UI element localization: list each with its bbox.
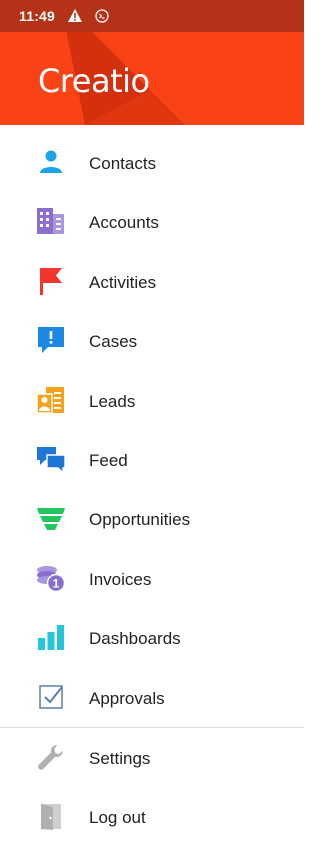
menu-item-label: Opportunities: [89, 510, 191, 530]
menu-item-label: Approvals: [89, 688, 165, 708]
menu-item-logout[interactable]: Log out: [0, 788, 304, 847]
menu-item-settings[interactable]: Settings: [0, 729, 304, 788]
door-icon: [37, 802, 65, 831]
menu-item-label: Invoices: [89, 569, 152, 589]
status-bar: 11:49: [0, 0, 304, 32]
menu-item-label: Dashboards: [89, 629, 181, 649]
warning-icon: [68, 9, 82, 27]
menu-divider: [0, 727, 304, 728]
menu-item-label: Activities: [89, 272, 157, 292]
menu-item-label: Leads: [89, 391, 136, 411]
menu-item-label: Log out: [89, 808, 146, 828]
bar-chart-icon: [37, 623, 65, 651]
menu-item-label: Settings: [89, 749, 151, 768]
menu-item-opportunities[interactable]: Opportunities: [0, 490, 304, 549]
funnel-icon: [37, 504, 65, 532]
wrench-icon: [37, 743, 65, 771]
menu-item-cases[interactable]: Cases: [0, 312, 304, 371]
menu-item-feed[interactable]: Feed: [0, 431, 304, 490]
menu-item-leads[interactable]: Leads: [0, 372, 304, 431]
exclamation-bubble-icon: [37, 326, 65, 354]
chat-bubbles-icon: [37, 445, 66, 475]
navigation-menu: Contacts Accounts Activities Cases Leads…: [0, 134, 304, 728]
menu-item-activities[interactable]: Activities: [0, 253, 304, 312]
coins-icon: 1: [37, 564, 66, 592]
menu-item-label: Feed: [89, 450, 128, 470]
creatio-logo: Creatio: [38, 62, 150, 100]
menu-item-dashboards[interactable]: Dashboards: [0, 609, 304, 668]
app-header: Creatio: [0, 32, 304, 125]
lead-card-icon: [36, 386, 65, 414]
terminal-icon: [95, 9, 109, 28]
menu-item-approvals[interactable]: Approvals: [0, 669, 304, 728]
menu-item-invoices[interactable]: 1 Invoices: [0, 550, 304, 609]
flag-icon: [37, 267, 65, 295]
menu-item-accounts[interactable]: Accounts: [0, 193, 304, 252]
menu-item-label: Cases: [89, 332, 138, 352]
person-icon: [37, 148, 65, 176]
menu-item-label: Contacts: [89, 154, 157, 173]
menu-item-contacts[interactable]: Contacts: [0, 134, 304, 193]
checkbox-icon: [37, 683, 65, 711]
footer-menu: Settings Log out: [0, 729, 304, 848]
svg-text:1: 1: [53, 576, 60, 590]
menu-item-label: Accounts: [89, 213, 159, 233]
buildings-icon: [37, 207, 65, 235]
status-time: 11:49: [19, 8, 56, 24]
